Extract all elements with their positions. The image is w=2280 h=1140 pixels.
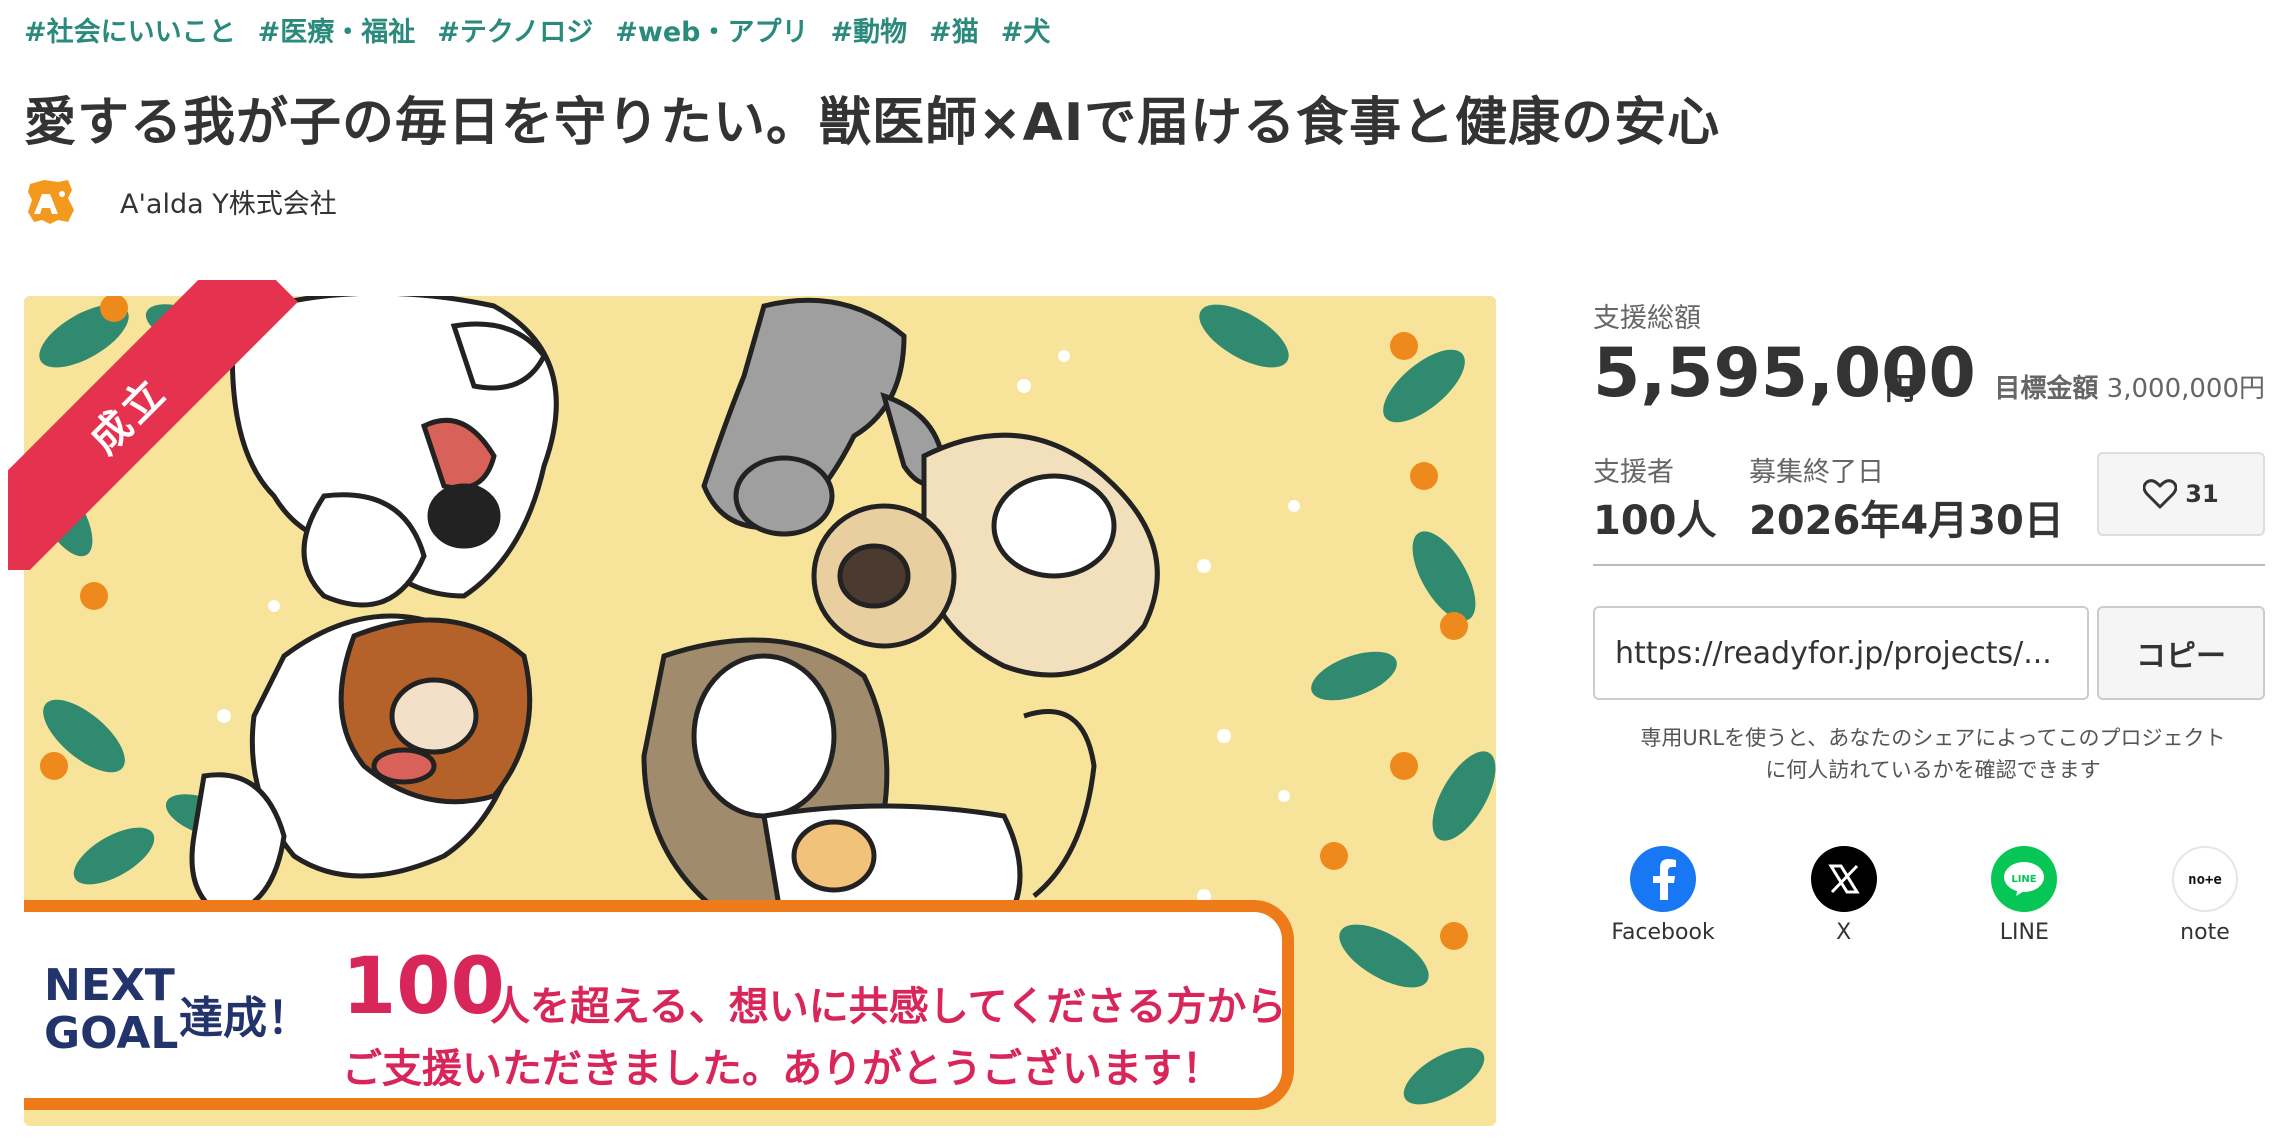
end-date-label: 募集終了日 (1749, 457, 1884, 488)
share-x-label: X (1836, 920, 1852, 945)
next-goal-banner: NEXT GOAL 達成！ 100 人を超える、想いに共感してくださる方から ご支… (24, 900, 1294, 1110)
supporters-label: 支援者 (1593, 457, 1674, 488)
svg-text:no+e: no+e (2188, 872, 2222, 888)
line-icon: LINE (1991, 846, 2058, 912)
end-date: 2026年4月30日 (1749, 498, 2064, 544)
goal-message-line2: ご支援いただきました。ありがとうございます！ (342, 1046, 1222, 1092)
target-value: 3,000,000円 (2106, 374, 2265, 404)
note-icon: no+e (2171, 846, 2238, 912)
share-facebook-label: Facebook (1611, 920, 1715, 945)
tag-medical-welfare[interactable]: #医療・福祉 (258, 10, 416, 49)
owner-name: A'alda Y株式会社 (120, 188, 337, 220)
goal-achieved-label: 達成！ (179, 993, 311, 1044)
favorite-button[interactable]: 31 (2097, 452, 2265, 536)
divider (1593, 564, 2265, 566)
x-icon (1810, 846, 1877, 912)
total-label: 支援総額 (1593, 303, 1701, 334)
share-url-note: 専用URLを使うと、あなたのシェアによってこのプロジェクトに何人訪れているかを確… (1640, 726, 2226, 782)
svg-text:LINE: LINE (2012, 874, 2037, 885)
tag-cat[interactable]: #猫 (929, 10, 979, 49)
project-title: 愛する我が子の毎日を守りたい。獣医師×AIで届ける食事と健康の安心 (24, 93, 1721, 153)
next-goal-label: NEXT GOAL (44, 960, 179, 1059)
target-amount: 目標金額 3,000,000円 (1994, 368, 2265, 405)
share-note-label: note (2180, 920, 2230, 945)
total-amount: 5,595,000 (1593, 334, 1976, 413)
tag-web-app[interactable]: #web・アプリ (615, 10, 808, 49)
target-label: 目標金額 (1994, 374, 2099, 404)
supporters-count: 100人 (1593, 498, 1717, 544)
goal-number: 100 (342, 942, 505, 1032)
goal-message-line1: 人を超える、想いに共感してくださる方から (490, 984, 1287, 1030)
tag-social-good[interactable]: #社会にいいこと (24, 10, 236, 49)
share-url-input[interactable] (1593, 606, 2089, 700)
share-buttons: Facebook X LINE LINE no+e note (1593, 846, 2265, 945)
facebook-icon (1630, 846, 1696, 912)
share-facebook[interactable]: Facebook (1603, 846, 1723, 945)
share-note[interactable]: no+e note (2145, 846, 2265, 945)
share-line-label: LINE (1999, 920, 2049, 945)
favorite-count: 31 (2185, 480, 2219, 508)
share-line[interactable]: LINE LINE (1964, 846, 2084, 945)
tag-technology[interactable]: #テクノロジ (437, 10, 593, 49)
share-x[interactable]: X (1784, 846, 1904, 945)
tag-list: #社会にいいこと #医療・福祉 #テクノロジ #web・アプリ #動物 #猫 #… (24, 10, 1050, 49)
heart-icon (2143, 479, 2178, 509)
tag-animals[interactable]: #動物 (830, 10, 907, 49)
project-owner[interactable]: A'alda Y株式会社 (24, 176, 337, 226)
owner-logo-icon (28, 180, 74, 224)
copy-button[interactable]: コピー (2097, 606, 2265, 700)
total-unit: 円 (1885, 372, 1915, 407)
tag-dog[interactable]: #犬 (1001, 10, 1051, 49)
